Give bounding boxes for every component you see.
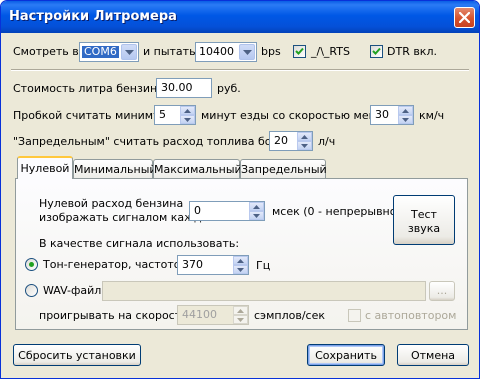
wav-path-input[interactable]	[102, 281, 426, 301]
port-dropdown-button[interactable]	[121, 44, 137, 60]
play-speed-unit: сэмплов/сек	[254, 309, 325, 322]
jam-label: Пробкой считать минимум	[13, 109, 168, 122]
play-speed-spinner[interactable]: 44100	[177, 305, 249, 325]
spin-down-button[interactable]	[249, 211, 264, 220]
close-icon	[459, 12, 470, 23]
jam-minutes-spinner[interactable]: 5	[154, 105, 196, 125]
tone-value: 370	[182, 258, 203, 271]
port-value: COM6	[82, 45, 119, 58]
chevron-down-icon	[184, 118, 191, 122]
spin-up-button[interactable]	[233, 306, 248, 315]
port-select[interactable]: COM6	[79, 42, 139, 62]
tab-excessive[interactable]: Запредельный	[240, 159, 327, 179]
browse-label: ...	[436, 284, 448, 297]
dtr-checkbox[interactable]	[370, 45, 383, 58]
spin-up-button[interactable]	[398, 106, 413, 115]
chevron-down-icon	[243, 50, 252, 55]
spin-up-button[interactable]	[233, 256, 248, 265]
interval-unit: мсек (0 - непрерывно)	[272, 205, 401, 218]
window-title: Настройки Литромера	[9, 9, 177, 24]
limit-label: "Запредельным" считать расход топлива бо…	[13, 135, 293, 148]
tab-label: Нулевой	[20, 162, 70, 175]
price-input[interactable]: 30.00	[156, 78, 212, 98]
price-value: 30.00	[161, 81, 193, 94]
chevron-up-icon	[253, 205, 260, 209]
tab-label: Минимальный	[74, 163, 157, 176]
interval-spinner[interactable]: 0	[189, 201, 265, 221]
tone-unit: Гц	[256, 259, 271, 272]
chevron-down-icon	[402, 118, 409, 122]
chevron-up-icon	[237, 309, 244, 313]
cancel-button[interactable]: Отмена	[397, 344, 469, 366]
checkmark-icon	[295, 47, 304, 55]
play-speed-value: 44100	[182, 308, 217, 321]
price-unit: руб.	[217, 82, 241, 95]
spin-up-button[interactable]	[180, 106, 195, 115]
spin-up-button[interactable]	[249, 202, 264, 211]
spin-down-button[interactable]	[233, 265, 248, 274]
limit-spinner[interactable]: 20	[269, 131, 313, 151]
power-label: и пытать	[143, 45, 196, 58]
wav-radio[interactable]	[25, 284, 38, 297]
settings-dialog: Настройки Литромера Смотреть в COM6 и пы…	[0, 0, 480, 379]
title-bar[interactable]: Настройки Литромера	[1, 1, 479, 33]
spin-down-button[interactable]	[233, 315, 248, 324]
signal-interval-label-line1: Нулевой расход бензина	[39, 197, 184, 210]
browse-button[interactable]: ...	[429, 281, 455, 301]
rts-checkbox[interactable]	[293, 45, 306, 58]
price-label: Стоимость литра бензина:	[13, 82, 168, 95]
jam-speed-label: минут езды со скоростью менее	[201, 109, 390, 122]
repeat-checkbox[interactable]	[348, 309, 361, 322]
limit-value: 20	[274, 134, 288, 147]
tab-label: Максимальный	[154, 163, 242, 176]
tone-label: Тон-генератор, частотой	[43, 258, 188, 271]
tab-maximal[interactable]: Максимальный	[153, 159, 242, 179]
watch-label: Смотреть в	[13, 45, 79, 58]
spin-down-button[interactable]	[180, 115, 195, 124]
jam-speed-value: 30	[375, 108, 389, 121]
interval-value: 0	[194, 204, 201, 217]
tab-zero[interactable]: Нулевой	[17, 156, 73, 179]
rts-label: _/\_RTS	[311, 45, 350, 58]
chevron-down-icon	[301, 144, 308, 148]
baud-value: 10400	[199, 45, 234, 58]
chevron-down-icon	[253, 214, 260, 218]
baud-select[interactable]: 10400	[195, 42, 257, 62]
wav-label: WAV-файл	[43, 284, 102, 297]
tab-minimal[interactable]: Минимальный	[73, 159, 157, 179]
jam-speed-unit: км/ч	[419, 109, 445, 122]
tone-radio[interactable]	[25, 258, 38, 271]
limit-unit: л/ч	[318, 135, 336, 148]
test-sound-button[interactable]: Тест звука	[393, 195, 455, 245]
save-button[interactable]: Сохранить	[307, 344, 385, 366]
signal-type-label: В качестве сигнала использовать:	[39, 237, 240, 250]
chevron-down-icon	[237, 318, 244, 322]
play-speed-label: проигрывать на скорости	[39, 309, 189, 322]
tab-label: Запредельный	[241, 163, 327, 176]
chevron-up-icon	[402, 109, 409, 113]
repeat-label: с автоповтором	[365, 309, 457, 322]
jam-minutes-value: 5	[159, 108, 166, 121]
reset-button[interactable]: Сбросить установки	[13, 344, 141, 366]
chevron-down-icon	[237, 268, 244, 272]
spin-down-button[interactable]	[398, 115, 413, 124]
reset-label: Сбросить установки	[18, 349, 136, 362]
tone-spinner[interactable]: 370	[177, 255, 249, 275]
spin-up-button[interactable]	[297, 132, 312, 141]
save-label: Сохранить	[315, 349, 377, 362]
baud-dropdown-button[interactable]	[239, 44, 255, 60]
bps-label: bps	[261, 45, 281, 58]
close-button[interactable]	[454, 7, 475, 28]
chevron-up-icon	[184, 109, 191, 113]
spin-down-button[interactable]	[297, 141, 312, 150]
jam-speed-spinner[interactable]: 30	[370, 105, 414, 125]
chevron-up-icon	[237, 259, 244, 263]
chevron-down-icon	[125, 50, 134, 55]
cancel-label: Отмена	[410, 349, 456, 362]
separator	[11, 69, 469, 71]
checkmark-icon	[372, 47, 381, 55]
dtr-label: DTR вкл.	[387, 45, 437, 58]
test-sound-label: Тест звука	[407, 208, 441, 235]
chevron-up-icon	[301, 135, 308, 139]
